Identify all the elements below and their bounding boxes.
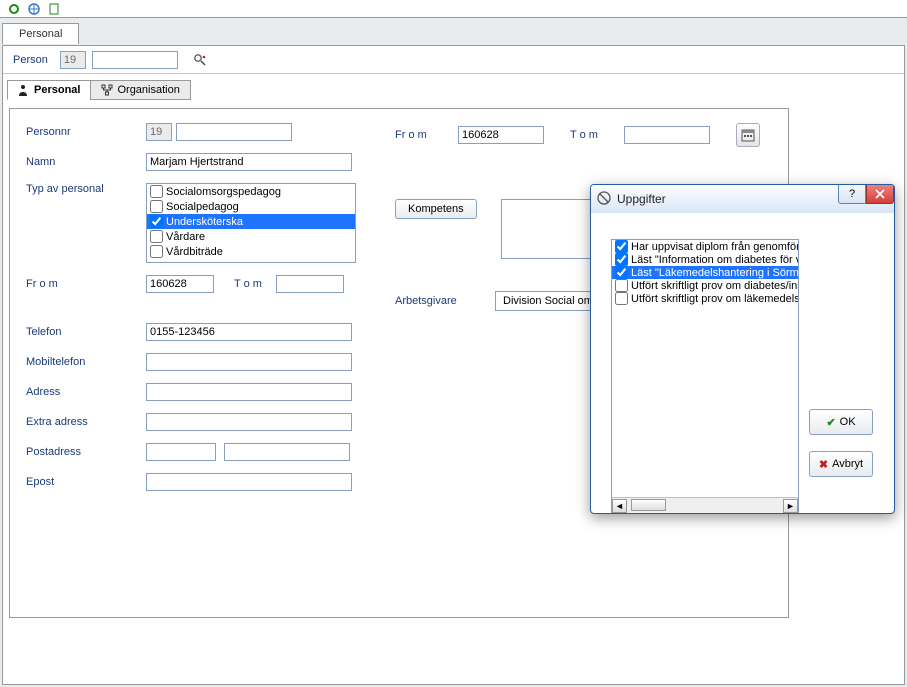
- list-item-checkbox[interactable]: [615, 253, 628, 266]
- form-tab-strip: Personal Organisation: [3, 74, 904, 100]
- list-item-label: Utfört skriftligt prov om diabetes/insu: [631, 280, 799, 292]
- uppgifter-listbox[interactable]: Har uppvisat diplom från genomfördLäst "…: [611, 239, 799, 514]
- list-item-checkbox[interactable]: [615, 292, 628, 305]
- dialog-title: Uppgifter: [617, 192, 666, 206]
- epost-label: Epost: [26, 476, 146, 488]
- list-item-checkbox[interactable]: [615, 279, 628, 292]
- tab-organisation[interactable]: Organisation: [90, 80, 190, 100]
- tab-personal[interactable]: Personal: [7, 80, 91, 100]
- list-item-checkbox[interactable]: [150, 185, 163, 198]
- mobil-input[interactable]: [146, 353, 352, 371]
- uppgifter-dialog: Uppgifter ? Har uppvisat diplom från gen…: [590, 184, 895, 514]
- post-label: Postadress: [26, 446, 146, 458]
- adress-label: Adress: [26, 386, 146, 398]
- cancel-button[interactable]: ✖ Avbryt: [809, 451, 873, 477]
- list-item[interactable]: Har uppvisat diplom från genomförd: [612, 240, 798, 253]
- list-item-checkbox[interactable]: [150, 200, 163, 213]
- from-label-r: Fr o m: [395, 129, 450, 141]
- epost-input[interactable]: [146, 473, 352, 491]
- globe-icon[interactable]: [28, 3, 40, 15]
- list-item-label: Vårdare: [166, 231, 205, 243]
- tom-input-r[interactable]: [624, 126, 710, 144]
- list-item-label: Har uppvisat diplom från genomförd: [631, 241, 799, 253]
- list-item[interactable]: Undersköterska: [147, 214, 355, 229]
- sheet-icon[interactable]: [48, 3, 60, 15]
- list-item[interactable]: Utfört skriftligt prov om diabetes/insu: [612, 279, 798, 292]
- list-item[interactable]: Utfört skriftligt prov om läkemedelsha: [612, 292, 798, 305]
- lookup-icon[interactable]: [190, 50, 210, 70]
- arbetsgivare-label: Arbetsgivare: [395, 295, 495, 307]
- telefon-label: Telefon: [26, 326, 146, 338]
- list-item[interactable]: Socialpedagog: [147, 199, 355, 214]
- list-item-label: Undersköterska: [166, 216, 243, 228]
- cancel-label: Avbryt: [832, 458, 863, 470]
- list-item-checkbox[interactable]: [615, 266, 628, 279]
- personnr-prefix-input: [146, 123, 172, 141]
- app-toolbar: [0, 0, 907, 18]
- personnr-label: Personnr: [26, 126, 146, 138]
- refresh-icon[interactable]: [8, 3, 20, 15]
- list-item[interactable]: Läst "Information om diabetes för vå: [612, 253, 798, 266]
- post-zip-input[interactable]: [146, 443, 216, 461]
- typ-listbox[interactable]: Socialomsorgspedagog Socialpedagog Undersk…: [146, 183, 356, 263]
- help-button[interactable]: ?: [838, 184, 866, 204]
- dialog-titlebar[interactable]: Uppgifter ?: [591, 185, 894, 213]
- check-icon: ✔: [826, 416, 835, 429]
- dialog-icon: [597, 191, 611, 208]
- personnr-input[interactable]: [176, 123, 292, 141]
- telefon-input[interactable]: [146, 323, 352, 341]
- horizontal-scrollbar[interactable]: ◄ ►: [612, 497, 798, 513]
- person-bar: Person: [3, 46, 904, 74]
- person-label: Person: [9, 54, 48, 66]
- person-id-input[interactable]: [92, 51, 178, 69]
- close-button[interactable]: [866, 184, 894, 204]
- tab-personal-main[interactable]: Personal: [2, 23, 79, 44]
- list-item[interactable]: Socialomsorgspedagog: [147, 184, 355, 199]
- namn-label: Namn: [26, 156, 146, 168]
- list-item-label: Läst "Läkemedelshantering i Sörmla: [631, 267, 799, 279]
- scroll-left-icon[interactable]: ◄: [612, 499, 627, 513]
- list-item[interactable]: Läst "Läkemedelshantering i Sörmla: [612, 266, 798, 279]
- extra-label: Extra adress: [26, 416, 146, 428]
- tom-input[interactable]: [276, 275, 344, 293]
- tab-personal-label: Personal: [34, 84, 80, 96]
- list-item-checkbox[interactable]: [150, 230, 163, 243]
- list-item[interactable]: Vårdbiträde: [147, 244, 355, 259]
- list-item[interactable]: Vårdare: [147, 229, 355, 244]
- cancel-icon: ✖: [819, 458, 828, 471]
- list-item-checkbox[interactable]: [150, 215, 163, 228]
- person-icon: [18, 84, 30, 96]
- person-prefix-input: [60, 51, 86, 69]
- list-item-label: Läst "Information om diabetes för vå: [631, 254, 799, 266]
- mobil-label: Mobiltelefon: [26, 356, 146, 368]
- calendar-button[interactable]: [736, 123, 760, 147]
- extra-input[interactable]: [146, 413, 352, 431]
- typ-label: Typ av personal: [26, 183, 146, 195]
- from-input[interactable]: [146, 275, 214, 293]
- list-item-label: Utfört skriftligt prov om läkemedelsha: [631, 293, 799, 305]
- list-item-label: Socialomsorgspedagog: [166, 186, 281, 198]
- scroll-thumb[interactable]: [631, 499, 666, 511]
- ok-label: OK: [840, 416, 856, 428]
- tom-label-r: T o m: [570, 129, 616, 141]
- post-city-input[interactable]: [224, 443, 350, 461]
- scroll-right-icon[interactable]: ►: [783, 499, 798, 513]
- tab-organisation-label: Organisation: [117, 84, 179, 96]
- list-item-label: Vårdbiträde: [166, 246, 223, 258]
- list-item-checkbox[interactable]: [150, 245, 163, 258]
- main-tab-strip: Personal: [0, 20, 907, 44]
- from-label: Fr o m: [26, 278, 146, 290]
- ok-button[interactable]: ✔ OK: [809, 409, 873, 435]
- tom-label: T o m: [234, 278, 276, 290]
- org-icon: [101, 84, 113, 96]
- list-item-checkbox[interactable]: [615, 240, 628, 253]
- from-input-r[interactable]: [458, 126, 544, 144]
- kompetens-button[interactable]: Kompetens: [395, 199, 477, 219]
- list-item-label: Socialpedagog: [166, 201, 239, 213]
- namn-input[interactable]: [146, 153, 352, 171]
- adress-input[interactable]: [146, 383, 352, 401]
